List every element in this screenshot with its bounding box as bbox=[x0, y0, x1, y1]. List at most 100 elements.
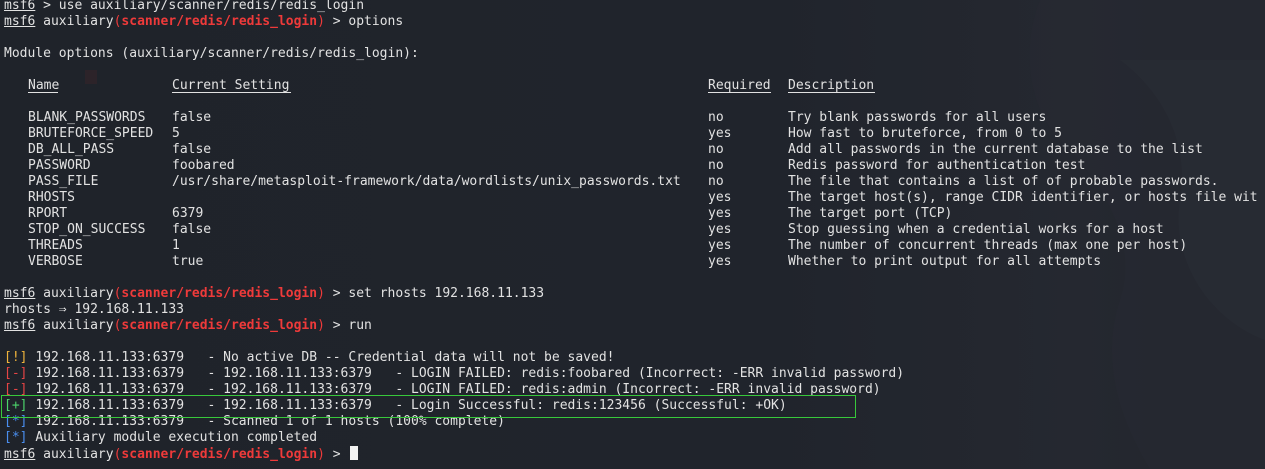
text-cursor[interactable] bbox=[350, 446, 359, 460]
option-description: The file that contains a list of of prob… bbox=[788, 174, 1219, 189]
header-rule bbox=[708, 92, 771, 93]
prompt-arrow: > bbox=[332, 14, 341, 29]
table-row: THREADS 1 yes The number of concurrent t… bbox=[4, 238, 1264, 254]
option-description: Stop guessing when a credential works fo… bbox=[788, 222, 1164, 237]
option-value: false bbox=[172, 110, 212, 125]
output-text: 192.168.11.133:6379 - 192.168.11.133:637… bbox=[35, 398, 787, 413]
option-value: 5 bbox=[172, 126, 180, 141]
option-required: no bbox=[708, 110, 724, 125]
option-required: yes bbox=[708, 126, 732, 141]
option-name: PASSWORD bbox=[28, 158, 91, 173]
prompt-line-current[interactable]: msf6 auxiliary(scanner/redis/redis_login… bbox=[4, 446, 359, 462]
header-rule bbox=[172, 92, 291, 93]
option-required: no bbox=[708, 174, 724, 189]
option-description: Whether to print output for all attempts bbox=[788, 254, 1102, 269]
table-row: PASSWORD foobared no Redis password for … bbox=[4, 158, 1264, 174]
option-name: DB_ALL_PASS bbox=[28, 142, 115, 157]
status-tag-info: [*] bbox=[4, 430, 28, 445]
table-row: RPORT 6379 yes The target port (TCP) bbox=[4, 206, 1264, 222]
option-value: 6379 bbox=[172, 206, 204, 221]
option-required: yes bbox=[708, 190, 732, 205]
prompt-user: msf6 bbox=[4, 14, 36, 29]
option-required: yes bbox=[708, 222, 732, 237]
option-required: no bbox=[708, 142, 724, 157]
option-description: How fast to bruteforce, from 0 to 5 bbox=[788, 126, 1062, 141]
module-options-title: Module options (auxiliary/scanner/redis/… bbox=[4, 46, 419, 61]
option-name: BRUTEFORCE_SPEED bbox=[28, 126, 154, 141]
header-rule bbox=[788, 92, 875, 93]
option-description: The target host(s), range CIDR identifie… bbox=[788, 190, 1258, 205]
prompt-user: msf6 bbox=[4, 447, 36, 462]
option-description: Add all passwords in the current databas… bbox=[788, 142, 1203, 157]
option-value: false bbox=[172, 142, 212, 157]
prompt-module-path: scanner/redis/redis_login bbox=[121, 286, 318, 301]
option-value: 1 bbox=[172, 238, 180, 253]
output-text: 192.168.11.133:6379 - 192.168.11.133:637… bbox=[35, 366, 905, 381]
option-value: false bbox=[172, 222, 212, 237]
table-row: PASS_FILE /usr/share/metasploit-framewor… bbox=[4, 174, 1264, 190]
prompt-line-use: msf6 > use auxiliary/scanner/redis/redis… bbox=[4, 0, 364, 14]
option-value: true bbox=[172, 254, 204, 269]
option-description: The number of concurrent threads (max on… bbox=[788, 238, 1188, 253]
option-value: /usr/share/metasploit-framework/data/wor… bbox=[172, 174, 681, 189]
table-row: STOP_ON_SUCCESS false yes Stop guessing … bbox=[4, 222, 1264, 238]
option-required: no bbox=[708, 158, 724, 173]
command-set: set rhosts 192.168.11.133 bbox=[348, 286, 545, 301]
output-line: [!] 192.168.11.133:6379 - No active DB -… bbox=[4, 350, 615, 366]
prompt-arrow: > bbox=[332, 318, 341, 333]
option-name: VERBOSE bbox=[28, 254, 83, 269]
option-name: PASS_FILE bbox=[28, 174, 99, 189]
option-name: RPORT bbox=[28, 206, 68, 221]
output-line: [-] 192.168.11.133:6379 - 192.168.11.133… bbox=[4, 382, 881, 398]
output-line: [*] 192.168.11.133:6379 - Scanned 1 of 1… bbox=[4, 414, 505, 430]
option-description: Try blank passwords for all users bbox=[788, 110, 1047, 125]
option-description: The target port (TCP) bbox=[788, 206, 953, 221]
terminal-window[interactable]: msf6 > use auxiliary/scanner/redis/redis… bbox=[0, 0, 1265, 469]
output-text: 192.168.11.133:6379 - No active DB -- Cr… bbox=[35, 350, 615, 365]
table-row: DB_ALL_PASS false no Add all passwords i… bbox=[4, 142, 1264, 158]
status-tag-warning: [!] bbox=[4, 350, 28, 365]
option-value: foobared bbox=[172, 158, 235, 173]
set-echo: rhosts ⇒ 192.168.11.133 bbox=[4, 302, 185, 317]
table-row: BRUTEFORCE_SPEED 5 yes How fast to brute… bbox=[4, 126, 1264, 142]
prompt-module-word: auxiliary bbox=[43, 286, 114, 301]
prompt-module-path: scanner/redis/redis_login bbox=[121, 318, 318, 333]
prompt-line-set: msf6 auxiliary(scanner/redis/redis_login… bbox=[4, 286, 545, 301]
prompt-module-path: scanner/redis/redis_login bbox=[121, 447, 318, 462]
prompt-user: msf6 bbox=[4, 0, 36, 13]
output-line: [*] Auxiliary module execution completed bbox=[4, 430, 317, 446]
output-line: [-] 192.168.11.133:6379 - 192.168.11.133… bbox=[4, 366, 904, 382]
command-run: run bbox=[348, 318, 372, 333]
status-tag-error: [-] bbox=[4, 366, 28, 381]
option-required: yes bbox=[708, 206, 732, 221]
prompt-user: msf6 bbox=[4, 286, 36, 301]
prompt-module-word: auxiliary bbox=[43, 14, 114, 29]
prompt-arrow: > bbox=[43, 0, 51, 13]
status-tag-error: [-] bbox=[4, 382, 28, 397]
prompt-arrow: > bbox=[332, 286, 341, 301]
option-required: yes bbox=[708, 238, 732, 253]
prompt-module-path: scanner/redis/redis_login bbox=[121, 14, 318, 29]
prompt-line-options: msf6 auxiliary(scanner/redis/redis_login… bbox=[4, 14, 404, 29]
option-name: THREADS bbox=[28, 238, 83, 253]
option-name: BLANK_PASSWORDS bbox=[28, 110, 146, 125]
prompt-arrow: > bbox=[332, 447, 341, 462]
option-name: STOP_ON_SUCCESS bbox=[28, 222, 146, 237]
table-row: VERBOSE true yes Whether to print output… bbox=[4, 254, 1264, 270]
header-rule bbox=[28, 92, 58, 93]
option-name: RHOSTS bbox=[28, 190, 75, 205]
output-text: 192.168.11.133:6379 - 192.168.11.133:637… bbox=[35, 382, 881, 397]
prompt-module-word: auxiliary bbox=[43, 447, 114, 462]
prompt-module-word: auxiliary bbox=[43, 318, 114, 333]
option-description: Redis password for authentication test bbox=[788, 158, 1086, 173]
status-tag-success: [+] bbox=[4, 398, 28, 413]
options-table-header: Name Current Setting Required Descriptio… bbox=[4, 78, 1264, 94]
table-row: BLANK_PASSWORDS false no Try blank passw… bbox=[4, 110, 1264, 126]
table-row: RHOSTS yes The target host(s), range CID… bbox=[4, 190, 1264, 206]
prompt-line-run: msf6 auxiliary(scanner/redis/redis_login… bbox=[4, 318, 372, 333]
command-options: options bbox=[348, 14, 404, 29]
output-text: Auxiliary module execution completed bbox=[35, 430, 318, 445]
status-tag-info: [*] bbox=[4, 414, 28, 429]
output-text: 192.168.11.133:6379 - Scanned 1 of 1 hos… bbox=[35, 414, 505, 429]
command-use: use auxiliary/scanner/redis/redis_login bbox=[58, 0, 365, 13]
